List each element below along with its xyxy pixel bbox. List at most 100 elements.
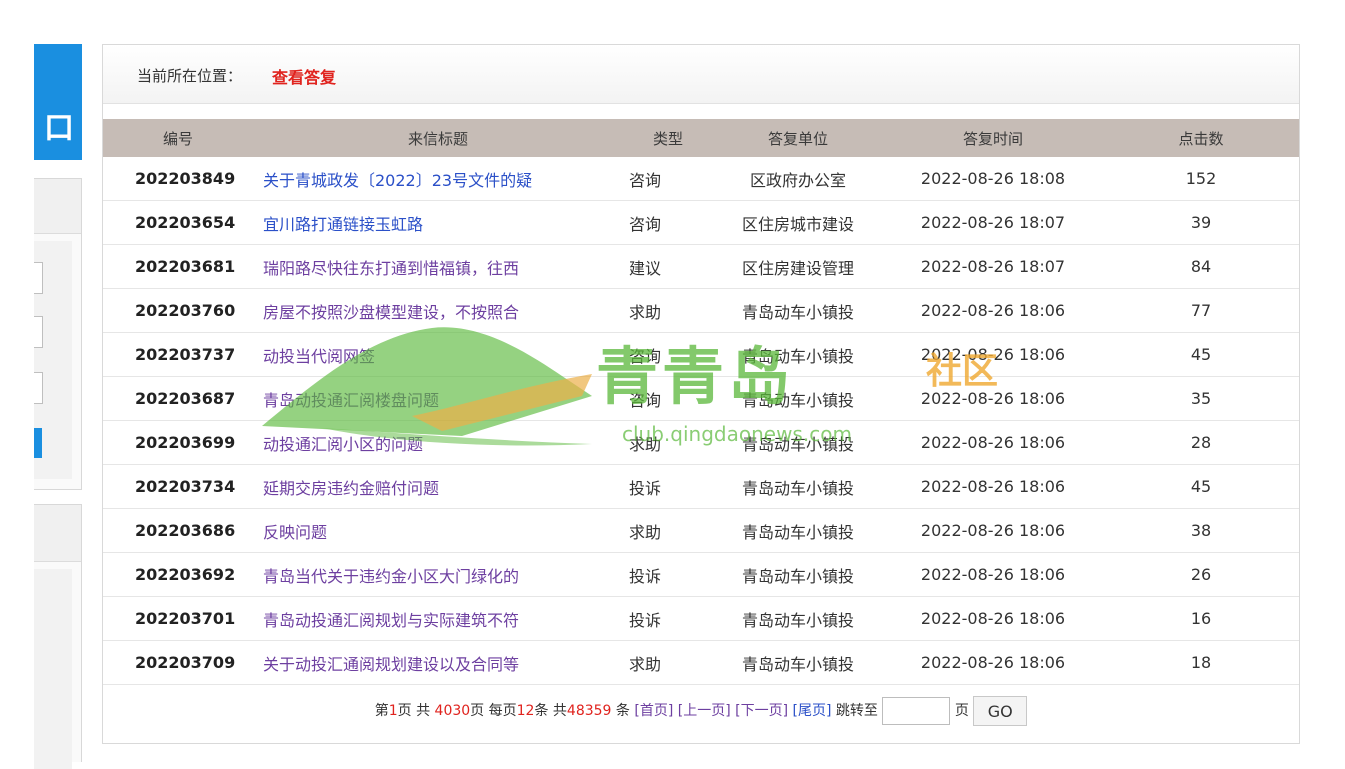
cell-title-link[interactable]: 关于动投汇通阅规划建设以及合同等 [253, 640, 623, 685]
cell-clicks: 77 [1103, 288, 1299, 333]
cell-unit: 青岛动车小镇投 [713, 464, 883, 509]
cell-clicks: 45 [1103, 332, 1299, 377]
sidebar-submit-button[interactable] [34, 428, 42, 458]
pager-total-items: 48359 [566, 703, 612, 719]
cell-type: 投诉 [623, 464, 713, 509]
cell-type: 咨询 [623, 200, 713, 245]
cell-clicks: 28 [1103, 420, 1299, 465]
cell-title-link[interactable]: 瑞阳路尽快往东打通到惜福镇，往西 [253, 244, 623, 289]
column-header-id: 编号 [103, 119, 253, 157]
cell-clicks: 18 [1103, 640, 1299, 685]
pager-text: 条 共 [534, 703, 567, 719]
sidebar-banner-text: 口 [44, 111, 74, 146]
cell-time: 2022-08-26 18:06 [883, 552, 1103, 597]
cell-clicks: 35 [1103, 376, 1299, 421]
cell-title-link[interactable]: 房屋不按照沙盘模型建设，不按照合 [253, 288, 623, 333]
cell-type: 建议 [623, 244, 713, 289]
cell-time: 2022-08-26 18:06 [883, 288, 1103, 333]
cell-clicks: 152 [1103, 157, 1299, 201]
column-header-clicks: 点击数 [1103, 119, 1299, 157]
pager-text: 页 共 [397, 703, 435, 719]
cell-id: 202203701 [103, 596, 253, 641]
cell-time: 2022-08-26 18:08 [883, 157, 1103, 201]
pager-per-page: 12 [516, 703, 535, 719]
table-row: 202203760 房屋不按照沙盘模型建设，不按照合 求助 青岛动车小镇投 20… [103, 288, 1299, 333]
cell-type: 求助 [623, 288, 713, 333]
table-row: 202203681 瑞阳路尽快往东打通到惜福镇，往西 建议 区住房建设管理 20… [103, 244, 1299, 289]
cell-type: 咨询 [623, 332, 713, 377]
cell-time: 2022-08-26 18:06 [883, 464, 1103, 509]
table-row: 202203654 宜川路打通链接玉虹路 咨询 区住房城市建设 2022-08-… [103, 200, 1299, 245]
pager-text: 第 [374, 703, 389, 719]
cell-unit: 青岛动车小镇投 [713, 508, 883, 553]
sidebar-input-2[interactable] [34, 316, 43, 348]
sidebar-input-1[interactable] [34, 262, 43, 294]
cell-id: 202203686 [103, 508, 253, 553]
cell-clicks: 84 [1103, 244, 1299, 289]
cell-clicks: 16 [1103, 596, 1299, 641]
cell-time: 2022-08-26 18:06 [883, 376, 1103, 421]
table-row: 202203734 延期交房违约金赔付问题 投诉 青岛动车小镇投 2022-08… [103, 464, 1299, 509]
table-row: 202203849 关于青城政发〔2022〕23号文件的疑 咨询 区政府办公室 … [103, 157, 1299, 201]
cell-id: 202203849 [103, 157, 253, 201]
sidebar-panel-2-body [34, 569, 72, 769]
cell-unit: 青岛动车小镇投 [713, 376, 883, 421]
cell-unit: 青岛动车小镇投 [713, 596, 883, 641]
cell-unit: 区政府办公室 [713, 157, 883, 201]
table-row: 202203699 动投通汇阅小区的问题 求助 青岛动车小镇投 2022-08-… [103, 420, 1299, 465]
go-button[interactable]: GO [973, 696, 1028, 726]
pagination: 第1页 共 4030页 每页12条 共48359 条 [首页] [上一页] [下… [103, 695, 1299, 727]
table-row: 202203687 青岛动投通汇阅楼盘问题 咨询 青岛动车小镇投 2022-08… [103, 376, 1299, 421]
cell-id: 202203654 [103, 200, 253, 245]
cell-clicks: 39 [1103, 200, 1299, 245]
pager-prev-link[interactable]: [上一页] [678, 703, 731, 719]
table-row: 202203709 关于动投汇通阅规划建设以及合同等 求助 青岛动车小镇投 20… [103, 640, 1299, 685]
cell-id: 202203737 [103, 332, 253, 377]
cell-unit: 青岛动车小镇投 [713, 288, 883, 333]
reply-table: 编号 来信标题 类型 答复单位 答复时间 点击数 202203849 关于青城政… [103, 119, 1299, 685]
pager-last-link[interactable]: [尾页] [793, 703, 832, 719]
cell-title-link[interactable]: 动投当代阅网签 [253, 332, 623, 377]
cell-title-link[interactable]: 关于青城政发〔2022〕23号文件的疑 [253, 157, 623, 201]
sidebar-panel-2-header [34, 505, 81, 562]
cell-title-link[interactable]: 青岛动投通汇阅楼盘问题 [253, 376, 623, 421]
cell-unit: 青岛动车小镇投 [713, 332, 883, 377]
cell-time: 2022-08-26 18:07 [883, 200, 1103, 245]
pager-page-unit: 页 [954, 703, 969, 719]
cell-unit: 区住房城市建设 [713, 200, 883, 245]
pager-first-link[interactable]: [首页] [634, 703, 673, 719]
cell-id: 202203734 [103, 464, 253, 509]
breadcrumb-current: 查看答复 [272, 68, 337, 87]
pager-jump-label: 跳转至 [835, 703, 878, 719]
pager-text: 页 每页 [470, 703, 517, 719]
pager-text: 条 [611, 703, 630, 719]
cell-title-link[interactable]: 宜川路打通链接玉虹路 [253, 200, 623, 245]
cell-title-link[interactable]: 动投通汇阅小区的问题 [253, 420, 623, 465]
cell-title-link[interactable]: 青岛当代关于违约金小区大门绿化的 [253, 552, 623, 597]
pager-jump-input[interactable] [882, 697, 951, 725]
main-panel: 当前所在位置： 查看答复 编号 来信标题 类型 答复单位 答复时间 点击数 20… [102, 44, 1300, 744]
cell-time: 2022-08-26 18:06 [883, 332, 1103, 377]
cell-type: 求助 [623, 508, 713, 553]
cell-type: 咨询 [623, 376, 713, 421]
cell-clicks: 38 [1103, 508, 1299, 553]
sidebar-panel-header [34, 179, 81, 234]
cell-time: 2022-08-26 18:06 [883, 508, 1103, 553]
table-row: 202203686 反映问题 求助 青岛动车小镇投 2022-08-26 18:… [103, 508, 1299, 553]
cell-type: 咨询 [623, 157, 713, 201]
cell-type: 投诉 [623, 552, 713, 597]
cell-id: 202203709 [103, 640, 253, 685]
cell-unit: 青岛动车小镇投 [713, 552, 883, 597]
column-header-type: 类型 [623, 119, 713, 157]
pager-total-pages: 4030 [434, 703, 471, 719]
cell-type: 求助 [623, 420, 713, 465]
cell-title-link[interactable]: 反映问题 [253, 508, 623, 553]
breadcrumb-label: 当前所在位置： [137, 67, 243, 85]
cell-id: 202203760 [103, 288, 253, 333]
cell-clicks: 45 [1103, 464, 1299, 509]
pager-next-link[interactable]: [下一页] [735, 703, 788, 719]
sidebar-banner[interactable]: 口 [34, 44, 82, 160]
sidebar-input-3[interactable] [34, 372, 43, 404]
cell-title-link[interactable]: 延期交房违约金赔付问题 [253, 464, 623, 509]
cell-title-link[interactable]: 青岛动投通汇阅规划与实际建筑不符 [253, 596, 623, 641]
